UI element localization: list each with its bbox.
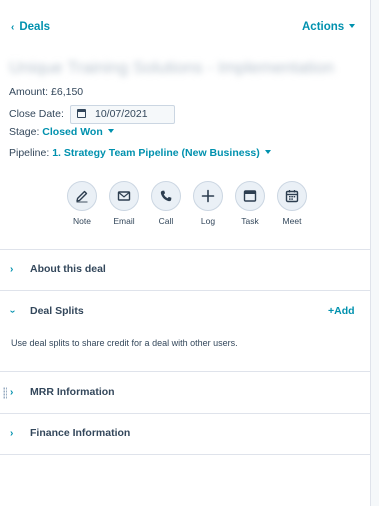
actions-dropdown[interactable]: Actions: [302, 21, 356, 33]
email-action[interactable]: Email: [108, 181, 140, 226]
caret-down-icon: [349, 24, 356, 28]
close-date-label: Close Date:: [9, 108, 64, 120]
task-button[interactable]: [235, 181, 265, 211]
email-icon: [117, 191, 131, 201]
divider: [0, 249, 371, 250]
pipeline-label: Pipeline:: [9, 147, 50, 159]
calendar-icon: [77, 109, 86, 118]
task-action[interactable]: Task: [234, 181, 266, 226]
close-date-value: 10/07/2021: [95, 108, 148, 120]
note-action[interactable]: Note: [66, 181, 98, 226]
finance-information-section-toggle[interactable]: › Finance Information: [0, 416, 371, 452]
about-deal-section-toggle[interactable]: › About this deal: [0, 252, 371, 288]
email-button[interactable]: [109, 181, 139, 211]
deal-sidebar-panel: ‹ Deals Actions Unique Training Solutions…: [0, 0, 371, 506]
call-action[interactable]: Call: [150, 181, 182, 226]
note-icon: [76, 190, 88, 203]
caret-down-icon: [107, 129, 114, 133]
back-to-deals-link[interactable]: ‹ Deals: [11, 21, 50, 33]
actions-label: Actions: [302, 21, 345, 33]
chevron-right-icon: ›: [10, 264, 14, 275]
stage-property: Stage: Closed Won: [9, 126, 114, 138]
stage-dropdown[interactable]: Closed Won: [42, 126, 114, 138]
close-date-property: Close Date:: [9, 108, 64, 120]
log-action[interactable]: Log: [192, 181, 224, 226]
note-button[interactable]: [67, 181, 97, 211]
meet-icon: [285, 190, 299, 203]
divider: [0, 371, 371, 372]
mrr-information-title: MRR Information: [30, 386, 115, 398]
deal-name-title[interactable]: Unique Training Solutions - Implementati…: [9, 58, 334, 78]
panel-header: ‹ Deals Actions: [0, 0, 371, 56]
plus-icon: [201, 189, 215, 203]
divider: [0, 290, 371, 291]
task-icon: [243, 190, 257, 202]
stage-label: Stage:: [9, 126, 40, 138]
pipeline-dropdown[interactable]: 1. Strategy Team Pipeline (New Business): [52, 147, 271, 159]
caret-down-icon: [264, 150, 271, 154]
add-deal-split-button[interactable]: +Add: [328, 305, 355, 317]
meet-label: Meet: [282, 216, 302, 226]
meet-action[interactable]: Meet: [276, 181, 308, 226]
mrr-information-section-toggle[interactable]: › MRR Information: [0, 375, 371, 411]
chevron-right-icon: ›: [10, 387, 14, 398]
pipeline-property: Pipeline: 1. Strategy Team Pipeline (New…: [9, 147, 271, 159]
divider: [0, 413, 371, 414]
stage-value: Closed Won: [42, 126, 103, 138]
chevron-down-icon: ›: [7, 309, 19, 314]
deal-splits-title: Deal Splits: [30, 305, 84, 317]
close-date-input[interactable]: 10/07/2021: [70, 105, 175, 124]
log-button[interactable]: [193, 181, 223, 211]
call-button[interactable]: [151, 181, 181, 211]
call-icon: [160, 190, 172, 202]
meet-button[interactable]: [277, 181, 307, 211]
about-deal-title: About this deal: [30, 263, 106, 275]
amount-value[interactable]: £6,150: [51, 86, 83, 98]
back-link-label: Deals: [19, 21, 51, 33]
deal-splits-section-toggle[interactable]: › Deal Splits: [0, 294, 371, 330]
finance-information-title: Finance Information: [30, 427, 131, 439]
amount-property: Amount: £6,150: [9, 86, 83, 98]
divider: [0, 454, 371, 455]
deal-splits-description: Use deal splits to share credit for a de…: [11, 338, 238, 348]
pipeline-value: 1. Strategy Team Pipeline (New Business): [52, 147, 260, 159]
right-scroll-area: [371, 0, 379, 506]
chevron-right-icon: ›: [10, 428, 14, 439]
chevron-left-icon: ‹: [11, 22, 15, 33]
amount-label: Amount:: [9, 86, 49, 98]
activity-actions: Note Email Call Log Task Meet: [66, 181, 316, 231]
